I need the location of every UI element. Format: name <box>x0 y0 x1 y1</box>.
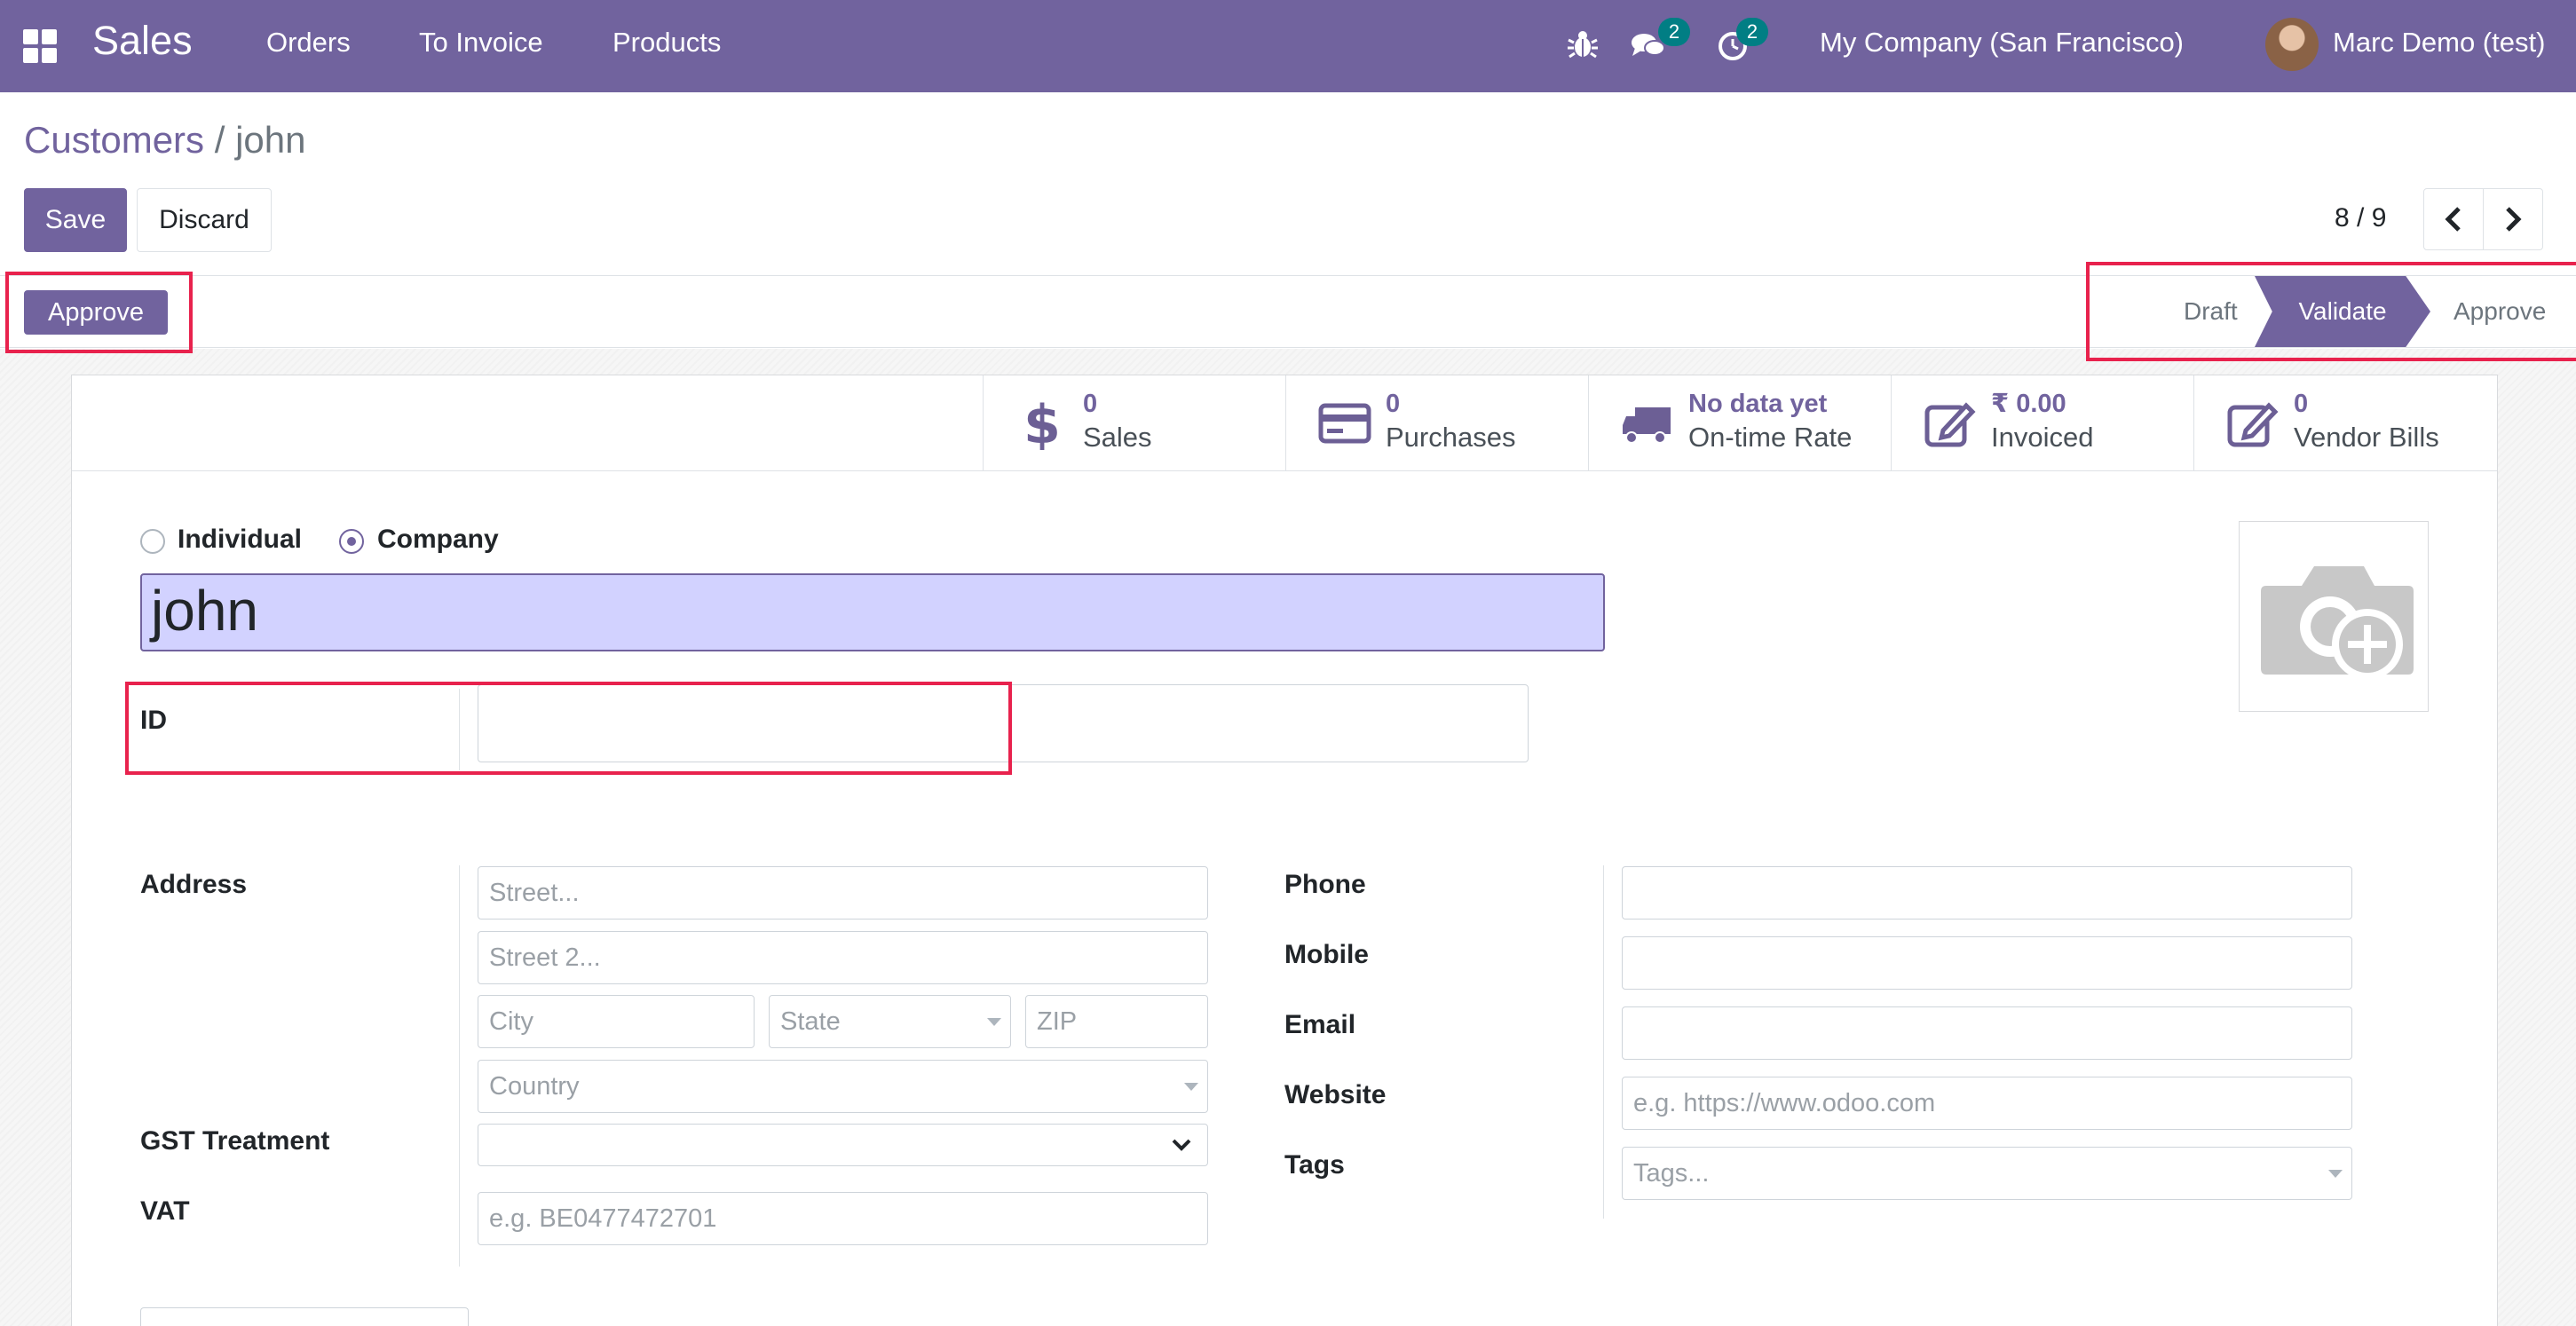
state-placeholder: State <box>780 1007 841 1036</box>
messages-badge: 2 <box>1658 18 1690 46</box>
highlight-statusbar <box>2086 262 2576 361</box>
apps-menu-icon[interactable] <box>23 29 59 65</box>
city-input[interactable]: City <box>478 995 755 1048</box>
phone-input[interactable] <box>1622 866 2352 920</box>
smart-label-sales: Sales <box>1083 422 1152 453</box>
radio-company[interactable] <box>339 529 364 554</box>
highlight-approve-button <box>5 272 193 353</box>
pager-value[interactable]: 8 / 9 <box>2335 201 2386 236</box>
save-button[interactable]: Save <box>24 188 127 252</box>
vat-label: VAT <box>140 1196 190 1226</box>
smart-button-invoiced[interactable]: ₹ 0.00 Invoiced <box>1891 375 2193 470</box>
breadcrumb: Customers / john <box>24 115 305 165</box>
address-label: Address <box>140 870 248 899</box>
radio-individual[interactable] <box>140 529 165 554</box>
website-input[interactable]: e.g. https://www.odoo.com <box>1622 1077 2352 1130</box>
menu-orders[interactable]: Orders <box>266 25 351 60</box>
mobile-input[interactable] <box>1622 936 2352 990</box>
email-input[interactable] <box>1622 1006 2352 1060</box>
tags-placeholder: Tags... <box>1633 1159 1710 1188</box>
gst-treatment-select[interactable] <box>478 1124 1208 1166</box>
mobile-label: Mobile <box>1284 940 1369 969</box>
highlight-id-field <box>125 682 1012 775</box>
street-input[interactable]: Street... <box>478 866 1208 920</box>
phone-label: Phone <box>1284 870 1366 899</box>
credit-card-icon <box>1318 397 1371 450</box>
zip-input[interactable]: ZIP <box>1025 995 1208 1048</box>
country-select[interactable]: Country <box>478 1060 1208 1113</box>
chevron-left-icon <box>2445 207 2461 232</box>
tags-select[interactable]: Tags... <box>1622 1147 2352 1200</box>
partner-name-input[interactable]: john <box>140 573 1605 651</box>
activities-badge: 2 <box>1736 18 1768 46</box>
smart-button-vendor-bills[interactable]: 0 Vendor Bills <box>2193 375 2499 470</box>
tags-label: Tags <box>1284 1150 1345 1180</box>
pager-previous-button[interactable] <box>2423 188 2484 250</box>
avatar-upload[interactable] <box>2239 521 2429 712</box>
menu-products[interactable]: Products <box>612 25 721 60</box>
smart-value-invoiced: ₹ 0.00 <box>1991 390 2066 418</box>
smart-value-purchases: 0 <box>1386 390 1401 418</box>
pager-next-button[interactable] <box>2483 188 2543 250</box>
top-navbar: Sales Orders To Invoice Products 2 2 My … <box>0 0 2576 92</box>
state-caret-icon <box>987 1018 1001 1026</box>
breadcrumb-separator: / <box>214 119 225 161</box>
country-placeholder: Country <box>489 1072 580 1101</box>
email-label: Email <box>1284 1010 1356 1039</box>
street2-input[interactable]: Street 2... <box>478 931 1208 984</box>
notebook-tab[interactable] <box>140 1307 469 1326</box>
smart-value-sales: 0 <box>1083 390 1098 418</box>
user-avatar[interactable] <box>2265 18 2319 71</box>
smart-value-ontime-rate: No data yet <box>1688 390 1828 418</box>
smart-label-purchases: Purchases <box>1386 422 1516 453</box>
smart-label-ontime-rate: On-time Rate <box>1688 422 1853 453</box>
svg-text:$: $ <box>1023 397 1061 450</box>
vat-input[interactable]: e.g. BE0477472701 <box>478 1192 1208 1245</box>
discard-button[interactable]: Discard <box>137 188 272 252</box>
smart-label-vendor-bills: Vendor Bills <box>2294 422 2439 453</box>
tags-caret-icon <box>2328 1170 2343 1178</box>
left-column-divider <box>459 865 460 1267</box>
user-menu[interactable]: Marc Demo (test) <box>2333 25 2545 60</box>
app-brand[interactable]: Sales <box>92 16 193 66</box>
bug-icon[interactable] <box>1562 23 1603 64</box>
smart-value-vendor-bills: 0 <box>2294 390 2309 418</box>
radio-company-label[interactable]: Company <box>377 522 499 557</box>
chevron-right-icon <box>2506 207 2522 232</box>
country-caret-icon <box>1184 1083 1198 1091</box>
smart-buttons-bar: $ 0 Sales 0 Purchases No data yet On-tim… <box>72 375 2497 471</box>
gst-treatment-label: GST Treatment <box>140 1126 330 1156</box>
radio-individual-label[interactable]: Individual <box>178 522 302 557</box>
breadcrumb-current: john <box>235 119 306 161</box>
camera-plus-icon <box>2261 566 2414 680</box>
chevron-down-icon <box>1172 1139 1191 1151</box>
pencil-square-icon <box>1924 397 1977 450</box>
truck-icon <box>1621 397 1674 450</box>
state-select[interactable]: State <box>769 995 1011 1048</box>
dollar-icon: $ <box>1015 394 1069 456</box>
right-column-divider <box>1603 865 1604 1219</box>
smart-label-invoiced: Invoiced <box>1991 422 2094 453</box>
website-label: Website <box>1284 1080 1387 1109</box>
smart-button-sales[interactable]: $ 0 Sales <box>983 375 1285 470</box>
menu-to-invoice[interactable]: To Invoice <box>419 25 543 60</box>
company-switcher[interactable]: My Company (San Francisco) <box>1820 25 2184 60</box>
smart-button-purchases[interactable]: 0 Purchases <box>1285 375 1588 470</box>
breadcrumb-customers[interactable]: Customers <box>24 119 204 161</box>
smart-button-ontime-rate[interactable]: No data yet On-time Rate <box>1588 375 1891 470</box>
pencil-square-icon <box>2226 397 2280 450</box>
